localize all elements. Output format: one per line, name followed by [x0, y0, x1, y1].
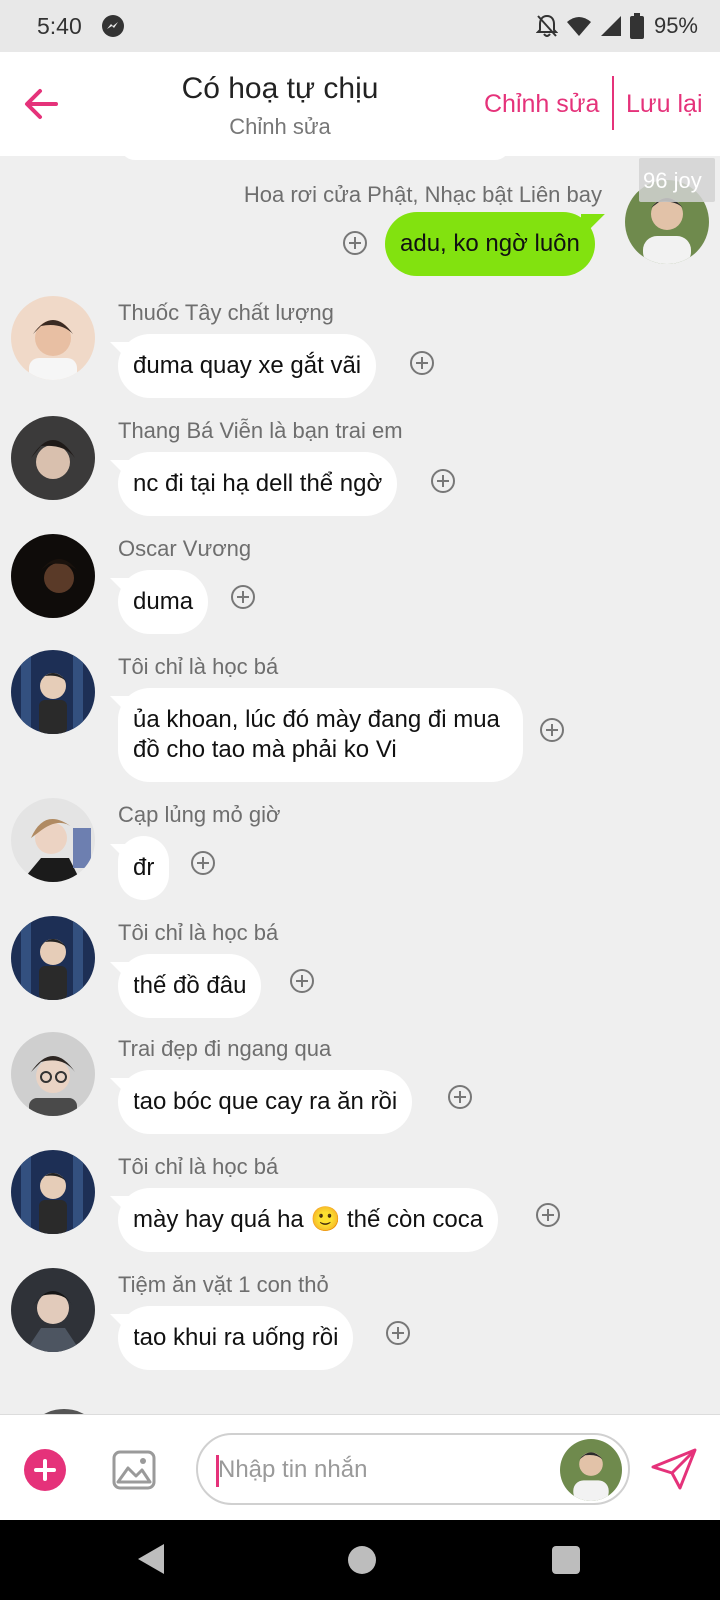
- message-composer: Nhập tin nhắn: [0, 1414, 720, 1520]
- status-bar: 5:40 95%: [0, 0, 720, 52]
- add-reaction-button[interactable]: [190, 850, 216, 876]
- plus-icon: [34, 1459, 56, 1481]
- message-bubble[interactable]: đuma quay xe gắt vãi: [118, 334, 377, 398]
- add-reaction-button[interactable]: [409, 350, 435, 376]
- plus-circle-icon: [536, 1203, 560, 1227]
- message-bubble[interactable]: ủa khoan, lúc đó mày đang đi mua đồ cho …: [118, 688, 523, 782]
- message-input[interactable]: Nhập tin nhắn: [196, 1433, 630, 1505]
- send-icon: [651, 1448, 697, 1490]
- add-reaction-button[interactable]: [230, 584, 256, 610]
- signal-icon: [600, 16, 621, 36]
- nav-recents-icon[interactable]: [552, 1546, 580, 1574]
- messenger-icon: [102, 15, 124, 37]
- avatar[interactable]: [11, 296, 95, 380]
- message-bubble[interactable]: tao khui ra uống rồi: [118, 1306, 354, 1370]
- plus-circle-icon: [410, 351, 434, 375]
- add-reaction-button[interactable]: [535, 1202, 561, 1228]
- message-bubble[interactable]: thế đồ đâu: [118, 954, 262, 1018]
- avatar[interactable]: [11, 1150, 95, 1234]
- chat-header: Có hoạ tự chịu Chỉnh sửa Chỉnh sửa Lưu l…: [0, 52, 720, 156]
- avatar[interactable]: [11, 534, 95, 618]
- avatar[interactable]: [11, 416, 95, 500]
- add-button[interactable]: [24, 1449, 66, 1491]
- plus-circle-icon: [448, 1085, 472, 1109]
- edit-button[interactable]: Chỉnh sửa: [484, 90, 599, 119]
- message-sender: Oscar Vương: [118, 536, 252, 561]
- bell-off-icon: [535, 14, 558, 37]
- chat-title: Có hoạ tự chịu: [181, 72, 379, 105]
- send-button[interactable]: [650, 1447, 698, 1491]
- battery-percent: 95%: [653, 13, 698, 38]
- plus-circle-icon: [231, 585, 255, 609]
- avatar[interactable]: [560, 1439, 622, 1501]
- message-sender: Tôi chỉ là học bá: [118, 920, 279, 945]
- message-sender: Cạp lủng mỏ giờ: [118, 802, 281, 827]
- message-input-placeholder: Nhập tin nhắn: [218, 1456, 368, 1483]
- save-button[interactable]: Lưu lại: [626, 90, 703, 119]
- avatar[interactable]: [11, 650, 95, 734]
- avatar[interactable]: [11, 916, 95, 1000]
- add-reaction-button[interactable]: [289, 968, 315, 994]
- joy-badge: 96 joy: [639, 158, 715, 202]
- add-reaction-button[interactable]: [539, 717, 565, 743]
- plus-circle-icon: [343, 231, 367, 255]
- chat-subtitle: Chỉnh sửa: [229, 114, 331, 139]
- message-sender: Tiệm ăn vặt 1 con thỏ: [118, 1272, 329, 1297]
- message-sender: Thuốc Tây chất lượng: [118, 300, 334, 325]
- message-bubble[interactable]: đr: [118, 836, 170, 900]
- add-reaction-button[interactable]: [447, 1084, 473, 1110]
- message-sender: Thang Bá Viễn là bạn trai em: [118, 418, 403, 443]
- back-button[interactable]: [20, 82, 64, 126]
- avatar[interactable]: [11, 1032, 95, 1116]
- message-bubble[interactable]: nc đi tại hạ dell thể ngờ: [118, 452, 398, 516]
- nav-home-icon[interactable]: [348, 1546, 376, 1574]
- wifi-icon: [566, 17, 591, 36]
- avatar[interactable]: [11, 798, 95, 882]
- plus-circle-icon: [540, 718, 564, 742]
- previous-message-bubble: [120, 156, 510, 160]
- message-sender: Tôi chỉ là học bá: [118, 654, 279, 679]
- add-reaction-button[interactable]: [342, 230, 368, 256]
- status-icons: 95%: [535, 12, 698, 40]
- battery-icon: [629, 13, 644, 39]
- add-reaction-button[interactable]: [430, 468, 456, 494]
- avatar[interactable]: [11, 1268, 95, 1352]
- message-bubble-outgoing[interactable]: adu, ko ngờ luôn: [385, 212, 595, 276]
- plus-circle-icon: [386, 1321, 410, 1345]
- message-list[interactable]: Hoa rơi cửa Phật, Nhạc bật Liên bay adu,…: [0, 156, 720, 1414]
- plus-circle-icon: [431, 469, 455, 493]
- message-bubble[interactable]: tao bóc que cay ra ăn rồi: [118, 1070, 413, 1134]
- navigation-bar: [0, 1520, 720, 1600]
- message-sender: Trai đẹp đi ngang qua: [118, 1036, 332, 1061]
- plus-circle-icon: [290, 969, 314, 993]
- header-divider: [612, 76, 614, 130]
- plus-circle-icon: [191, 851, 215, 875]
- add-reaction-button[interactable]: [385, 1320, 411, 1346]
- nav-back-icon[interactable]: [136, 1542, 166, 1576]
- chat-screen: 5:40 95% Có hoạ tự chịu Chỉnh sửa Chỉnh …: [0, 0, 720, 1600]
- message-bubble[interactable]: mày hay quá ha 🙂 thế còn coca: [118, 1188, 499, 1252]
- arrow-left-icon: [25, 89, 58, 119]
- message-bubble[interactable]: duma: [118, 570, 209, 634]
- image-icon: [112, 1450, 156, 1490]
- image-button[interactable]: [112, 1448, 156, 1492]
- status-time: 5:40: [37, 13, 82, 39]
- message-sender: Hoa rơi cửa Phật, Nhạc bật Liên bay: [243, 182, 602, 207]
- message-sender: Tôi chỉ là học bá: [118, 1154, 279, 1179]
